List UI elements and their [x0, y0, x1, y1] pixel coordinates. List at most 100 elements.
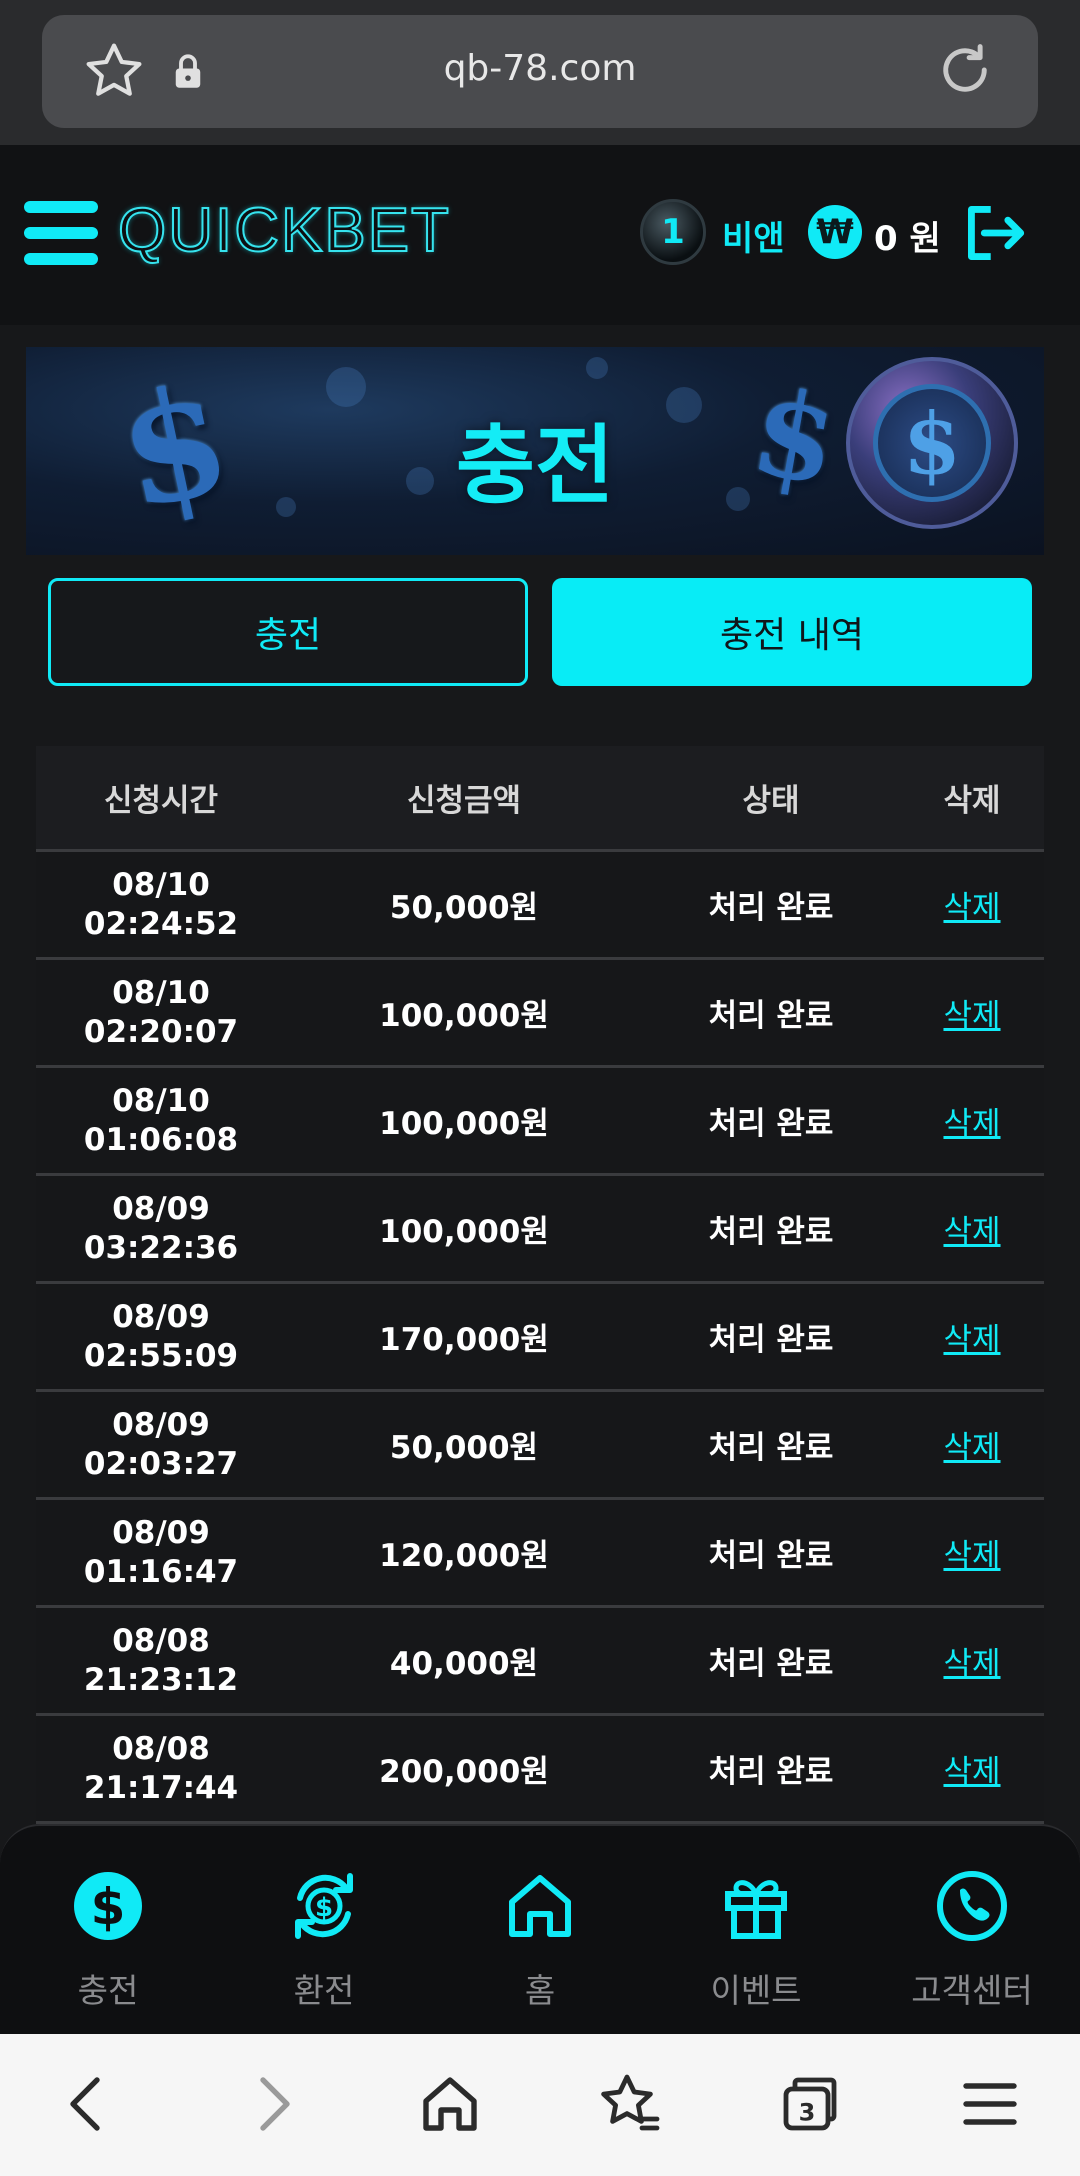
request-time: 08/10 01:06:08: [36, 1082, 286, 1160]
request-date: 08/09: [112, 1190, 210, 1227]
nav-label: 환전: [293, 1971, 355, 2010]
request-time: 08/09 03:22:36: [36, 1190, 286, 1268]
status-text: 처리 완료: [708, 1214, 834, 1250]
delete-link[interactable]: 삭제: [900, 1638, 1044, 1683]
balance: 0 원: [874, 219, 941, 259]
delete-link[interactable]: 삭제: [900, 1206, 1044, 1251]
address-bar[interactable]: qb-78.com: [42, 15, 1038, 128]
bookmarks-icon[interactable]: [594, 2068, 666, 2140]
url-text[interactable]: qb-78.com: [42, 48, 1038, 89]
request-time: 08/08 21:23:12: [36, 1622, 286, 1700]
request-clock-time: 02:24:52: [83, 905, 239, 942]
status-text: 처리 완료: [708, 1430, 834, 1466]
column-header-status: 상태: [742, 783, 800, 819]
request-amount: 100,000원: [379, 998, 549, 1034]
delete-link[interactable]: 삭제: [900, 1422, 1044, 1467]
request-amount: 100,000원: [379, 1106, 549, 1142]
site-header: QUICKBET 1 비앤 ₩ 0 원: [0, 145, 1080, 325]
gift-icon: [725, 1880, 787, 1939]
nav-customer-center[interactable]: 고객센터: [872, 1866, 1072, 2012]
request-clock-time: 01:06:08: [83, 1121, 239, 1158]
request-time: 08/10 02:20:07: [36, 974, 286, 1052]
nav-deposit[interactable]: $ 충전: [8, 1866, 208, 2012]
menu-icon[interactable]: [954, 2068, 1026, 2140]
request-clock-time: 02:20:07: [83, 1013, 239, 1050]
request-date: 08/09: [112, 1406, 210, 1443]
request-amount: 170,000원: [379, 1322, 549, 1358]
request-amount: 50,000원: [389, 890, 539, 926]
username[interactable]: 비앤: [722, 211, 785, 260]
delete-link[interactable]: 삭제: [900, 1098, 1044, 1143]
request-clock-time: 01:16:47: [83, 1553, 239, 1590]
phone-icon: [937, 1871, 1007, 1941]
delete-link[interactable]: 삭제: [900, 1530, 1044, 1575]
menu-icon[interactable]: [24, 201, 98, 265]
request-date: 08/08: [112, 1730, 210, 1767]
nav-label: 충전: [77, 1971, 139, 2010]
request-date: 08/10: [112, 866, 210, 903]
svg-text:$: $: [315, 1893, 333, 1923]
delete-link[interactable]: 삭제: [900, 990, 1044, 1035]
request-time: 08/09 02:55:09: [36, 1298, 286, 1376]
request-date: 08/08: [112, 1622, 210, 1659]
table-header: 신청시간 신청금액 상태 삭제: [36, 746, 1044, 852]
browser-toolbar: qb-78.com: [0, 0, 1080, 145]
nav-event[interactable]: 이벤트: [656, 1866, 856, 2012]
nav-label: 이벤트: [710, 1971, 802, 2010]
banner-title: 충전: [455, 416, 615, 516]
request-amount: 40,000원: [389, 1646, 539, 1682]
logout-icon[interactable]: [962, 203, 1028, 263]
table-row: 08/10 02:24:52 50,000원 처리 완료 삭제: [36, 852, 1044, 960]
column-header-amount: 신청금액: [406, 783, 522, 819]
column-header-delete: 삭제: [943, 783, 1001, 819]
deposit-history-table: 신청시간 신청금액 상태 삭제 08/10 02:24:52 50,000원 처리 완…: [36, 746, 1044, 1824]
tabs-icon[interactable]: 3: [774, 2068, 846, 2140]
status-text: 처리 완료: [708, 1754, 834, 1790]
tab-deposit-history[interactable]: 충전 내역: [552, 578, 1032, 686]
status-text: 처리 완료: [708, 1538, 834, 1574]
request-date: 08/09: [112, 1298, 210, 1335]
table-row: 08/09 01:16:47 120,000원 처리 완료 삭제: [36, 1500, 1044, 1608]
request-time: 08/10 02:24:52: [36, 866, 286, 944]
tab-count: 3: [799, 2099, 816, 2127]
nav-label: 홈: [524, 1971, 556, 2010]
home-icon[interactable]: [414, 2068, 486, 2140]
request-clock-time: 02:55:09: [83, 1337, 239, 1374]
request-clock-time: 02:03:27: [83, 1445, 239, 1482]
nav-label: 고객센터: [911, 1971, 1033, 2010]
browser-navigation-bar: 3: [0, 2034, 1080, 2176]
home-icon: [509, 1875, 571, 1937]
status-text: 처리 완료: [708, 1646, 834, 1682]
tab-deposit[interactable]: 충전: [48, 578, 528, 686]
table-row: 08/10 01:06:08 100,000원 처리 완료 삭제: [36, 1068, 1044, 1176]
deposit-banner: $ $ $ 충전: [26, 347, 1044, 555]
table-row: 08/09 02:03:27 50,000원 처리 완료 삭제: [36, 1392, 1044, 1500]
request-date: 08/09: [112, 1514, 210, 1551]
delete-link[interactable]: 삭제: [900, 1746, 1044, 1791]
table-row: 08/08 21:23:12 40,000원 처리 완료 삭제: [36, 1608, 1044, 1716]
column-header-request-time: 신청시간: [103, 783, 219, 819]
reload-icon[interactable]: [932, 37, 998, 103]
nav-exchange[interactable]: $ 환전: [224, 1866, 424, 2012]
table-row: 08/09 02:55:09 170,000원 처리 완료 삭제: [36, 1284, 1044, 1392]
request-time: 08/08 21:17:44: [36, 1730, 286, 1808]
table-row: 08/09 03:22:36 100,000원 처리 완료 삭제: [36, 1176, 1044, 1284]
status-text: 처리 완료: [708, 1322, 834, 1358]
request-amount: 50,000원: [389, 1430, 539, 1466]
request-amount: 100,000원: [379, 1214, 549, 1250]
back-icon[interactable]: [52, 2068, 124, 2140]
bottom-nav: $ 충전 $ 환전 홈 이벤트 고객센터: [0, 1824, 1080, 2034]
nav-home[interactable]: 홈: [440, 1866, 640, 2012]
status-text: 처리 완료: [708, 1106, 834, 1142]
request-clock-time: 21:17:44: [83, 1769, 239, 1806]
delete-link[interactable]: 삭제: [900, 1314, 1044, 1359]
request-clock-time: 21:23:12: [83, 1661, 239, 1698]
forward-icon[interactable]: [236, 2068, 308, 2140]
delete-link[interactable]: 삭제: [900, 882, 1044, 927]
site-logo[interactable]: QUICKBET: [117, 195, 451, 266]
svg-text:$: $: [91, 1878, 126, 1936]
request-time: 08/09 01:16:47: [36, 1514, 286, 1592]
request-amount: 200,000원: [379, 1754, 549, 1790]
status-text: 처리 완료: [708, 890, 834, 926]
request-time: 08/09 02:03:27: [36, 1406, 286, 1484]
